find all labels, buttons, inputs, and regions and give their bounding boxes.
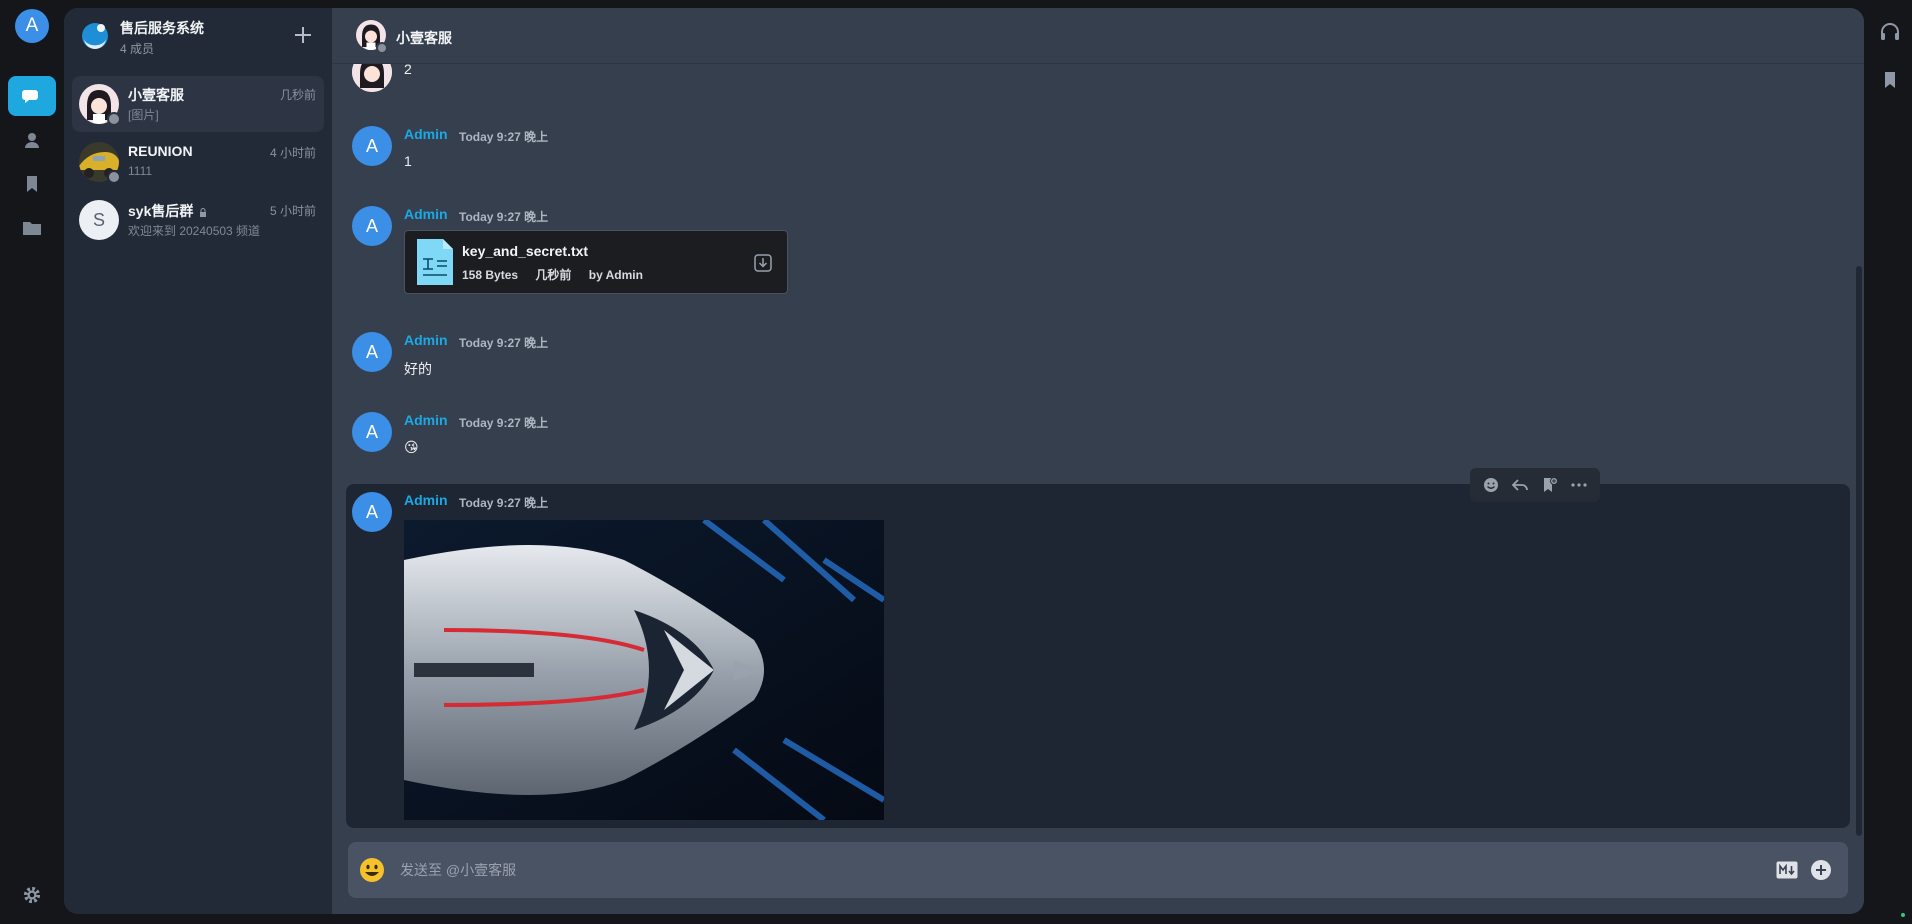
bookmark-message-button[interactable] — [1539, 474, 1561, 496]
message: A Admin Today 9:27 晚上 — [346, 468, 1850, 828]
conversation-name: 小壹客服 — [128, 87, 184, 103]
file-attachment[interactable]: key_and_secret.txt 158 Bytes 几秒前 by Admi… — [404, 230, 788, 294]
chat-icon — [22, 90, 40, 103]
presence-indicator — [376, 42, 388, 54]
presence-indicator — [107, 170, 121, 184]
gear-icon — [23, 886, 41, 904]
chat-nav-button[interactable] — [8, 76, 56, 116]
more-options-button[interactable] — [1568, 474, 1590, 496]
message-scrollbar[interactable] — [1856, 266, 1862, 836]
message-avatar: A — [352, 492, 392, 532]
download-icon[interactable] — [753, 253, 773, 273]
message-avatar: A — [352, 332, 392, 372]
message-author[interactable]: Admin — [404, 412, 448, 428]
add-conversation-button[interactable] — [290, 22, 316, 48]
connection-status-dot — [1901, 913, 1905, 917]
image-attachment[interactable] — [404, 520, 884, 820]
message-input[interactable] — [400, 856, 1700, 884]
right-rail — [1864, 0, 1912, 924]
message-author[interactable]: Admin — [404, 126, 448, 142]
headset-icon — [1881, 23, 1899, 40]
conversation-preview: [图片] — [128, 108, 159, 122]
file-meta: 158 Bytes 几秒前 by Admin — [462, 266, 657, 283]
markdown-toggle-icon[interactable] — [1776, 861, 1798, 879]
message-text: 好的 — [404, 361, 432, 377]
reply-icon — [1511, 479, 1529, 491]
conversation-item[interactable]: REUNION 1111 4 小时前 — [72, 134, 324, 190]
file-size: 158 Bytes — [462, 268, 519, 282]
message-list: 2 A Admin Today 9:27 晚上 1 A Admin Today … — [332, 64, 1864, 834]
smiley-icon — [1483, 478, 1498, 492]
plus-icon — [295, 27, 311, 43]
saved-items-button[interactable] — [1878, 68, 1902, 92]
conversation-name: syk售后群 — [128, 201, 207, 221]
settings-button[interactable] — [20, 883, 44, 907]
conversation-time: 5 小时前 — [269, 204, 316, 218]
attach-plus-icon[interactable] — [1810, 859, 1832, 881]
more-icon — [1571, 483, 1587, 487]
user-avatar[interactable]: A — [15, 9, 49, 43]
emoji-picker-button[interactable] — [358, 856, 386, 884]
main-panel: 售后服务系统 4 成员 小壹客服 [图片] 几秒前 REUNION 1111 4… — [64, 8, 1864, 914]
message-avatar — [352, 64, 392, 92]
conversation-sidebar: 售后服务系统 4 成员 小壹客服 [图片] 几秒前 REUNION 1111 4… — [64, 8, 332, 914]
message-avatar: A — [352, 206, 392, 246]
nav-rail: A — [0, 0, 64, 924]
file-uploader: by Admin — [588, 268, 643, 282]
lock-icon — [200, 207, 207, 217]
files-nav-button[interactable] — [8, 208, 56, 248]
conversation-preview: 1111 — [128, 164, 153, 178]
file-name: key_and_secret.txt — [462, 243, 589, 259]
message-actions-toolbar — [1470, 468, 1600, 502]
reply-button[interactable] — [1509, 474, 1531, 496]
contacts-nav-button[interactable] — [8, 120, 56, 160]
conversation-item[interactable]: 小壹客服 [图片] 几秒前 — [72, 76, 324, 132]
chat-panel: 小壹客服 2 A Admin Today 9:27 晚上 1 A Admin T… — [332, 8, 1864, 914]
group-header[interactable]: 售后服务系统 4 成员 — [64, 8, 332, 70]
message-composer — [348, 842, 1848, 898]
bookmark-icon — [1885, 72, 1895, 88]
user-icon — [25, 133, 39, 148]
folder-icon — [23, 222, 41, 235]
message-text: 1 — [404, 153, 412, 169]
conversation-time: 4 小时前 — [269, 146, 316, 160]
conversation-preview: 欢迎来到 20240503 频道 — [128, 224, 261, 238]
message-text: 😘 — [404, 439, 419, 455]
group-name: 售后服务系统 — [120, 20, 204, 36]
app-window: A 售后服务系统 4 成员 小壹客服 [图片] 几秒前 REUNION 1111… — [0, 0, 1912, 924]
conversation-item[interactable]: S syk售后群 欢迎来到 20240503 频道 5 小时前 — [72, 192, 324, 248]
message-time: Today 9:27 晚上 — [459, 416, 549, 430]
message-time: Today 9:27 晚上 — [459, 336, 549, 350]
bookmark-add-icon — [1543, 477, 1558, 492]
message-time: Today 9:27 晚上 — [459, 496, 549, 510]
message-author[interactable]: Admin — [404, 206, 448, 222]
message-author[interactable]: Admin — [404, 332, 448, 348]
chat-title: 小壹客服 — [396, 30, 452, 46]
message-time: Today 9:27 晚上 — [459, 130, 549, 144]
bookmarks-nav-button[interactable] — [8, 164, 56, 204]
message-time: Today 9:27 晚上 — [459, 210, 549, 224]
support-button[interactable] — [1878, 20, 1902, 44]
conversation-name: REUNION — [128, 143, 193, 159]
message-avatar: A — [352, 126, 392, 166]
text-file-icon — [417, 239, 453, 285]
group-member-count: 4 成员 — [120, 42, 155, 56]
presence-indicator — [107, 112, 121, 126]
bookmark-icon — [27, 176, 37, 192]
group-logo-icon — [82, 23, 108, 49]
conversation-list: 小壹客服 [图片] 几秒前 REUNION 1111 4 小时前 S syk售后… — [64, 76, 332, 250]
group-avatar: S — [79, 200, 119, 240]
message-avatar: A — [352, 412, 392, 452]
file-time: 几秒前 — [535, 268, 572, 282]
message-author[interactable]: Admin — [404, 492, 448, 508]
conversation-time: 几秒前 — [279, 88, 316, 102]
add-reaction-button[interactable] — [1480, 474, 1502, 496]
chat-header: 小壹客服 — [332, 8, 1864, 64]
message-text: 2 — [404, 64, 412, 77]
